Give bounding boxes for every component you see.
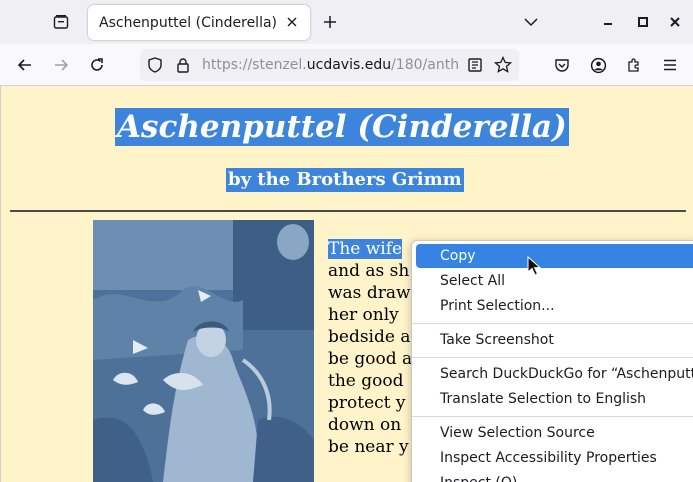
menu-item-view-selection-source[interactable]: View Selection Source: [416, 421, 693, 445]
account-icon: [590, 57, 606, 73]
tab-close-button[interactable]: [283, 13, 301, 31]
menu-item-translate-selection[interactable]: Translate Selection to English: [416, 387, 693, 411]
forward-button[interactable]: [48, 52, 74, 78]
page-subtitle: by the Brothers Grimm: [226, 168, 464, 192]
pocket-button[interactable]: [549, 52, 575, 78]
url-bar[interactable]: https://stenzel.ucdavis.edu/180/anth: [140, 49, 519, 81]
app-menu-button[interactable]: [657, 52, 683, 78]
firefox-view-icon: [53, 15, 69, 29]
extensions-button[interactable]: [621, 52, 647, 78]
reload-button[interactable]: [84, 52, 110, 78]
menu-item-inspect-accessibility[interactable]: Inspect Accessibility Properties: [416, 446, 693, 470]
lock-icon[interactable]: [174, 56, 192, 74]
bookmark-star-button[interactable]: [494, 56, 512, 74]
reader-view-icon: [468, 58, 482, 72]
star-icon: [494, 56, 512, 73]
reload-icon: [91, 58, 103, 71]
maximize-button[interactable]: [632, 11, 654, 33]
pocket-icon: [555, 59, 569, 72]
mouse-cursor-icon: [527, 256, 541, 276]
menu-separator: [412, 357, 693, 358]
arrow-left-icon: [17, 59, 31, 71]
menu-item-print-selection[interactable]: Print Selection...: [416, 294, 693, 318]
menu-separator: [412, 416, 693, 417]
url-path: /180/anth: [391, 57, 460, 73]
page-title: Aschenputtel (Cinderella): [115, 108, 569, 146]
horizontal-rule: [10, 210, 686, 212]
tab-title: Aschenputtel (Cinderella): [99, 14, 278, 31]
minimize-button[interactable]: [597, 11, 619, 33]
close-icon: [287, 17, 297, 27]
firefox-view-button[interactable]: [48, 9, 74, 35]
url-text[interactable]: https://stenzel.ucdavis.edu/180/anth: [202, 57, 460, 73]
puzzle-icon: [628, 58, 639, 72]
active-tab[interactable]: Aschenputtel (Cinderella): [88, 5, 310, 40]
list-all-tabs-button[interactable]: [520, 11, 542, 33]
url-prefix: https://stenzel.: [202, 57, 307, 73]
tab-bar: Aschenputtel (Cinderella): [0, 0, 693, 44]
hamburger-menu-icon: [664, 59, 676, 71]
menu-item-select-all[interactable]: Select All: [416, 269, 693, 293]
back-button[interactable]: [12, 52, 38, 78]
arrow-right-icon: [55, 59, 69, 71]
cinderella-illustration: [93, 220, 314, 482]
menu-item-inspect[interactable]: Inspect (Q): [416, 471, 693, 482]
reader-view-button[interactable]: [466, 56, 484, 74]
chevron-down-icon: [524, 18, 538, 27]
shield-icon[interactable]: [146, 56, 164, 74]
maximize-icon: [638, 17, 648, 27]
new-tab-button[interactable]: [318, 10, 342, 34]
menu-item-take-screenshot[interactable]: Take Screenshot: [416, 328, 693, 352]
context-menu: Copy Select All Print Selection... Take …: [411, 240, 693, 482]
minimize-icon: [604, 23, 612, 25]
close-icon: [670, 17, 680, 27]
menu-separator: [412, 323, 693, 324]
window-close-button[interactable]: [664, 11, 686, 33]
plus-icon: [324, 16, 336, 28]
menu-item-copy[interactable]: Copy: [416, 244, 693, 268]
url-domain: ucdavis.edu: [306, 57, 392, 73]
navigation-toolbar: https://stenzel.ucdavis.edu/180/anth: [0, 44, 693, 86]
account-button[interactable]: [585, 52, 611, 78]
menu-item-search-duckduckgo[interactable]: Search DuckDuckGo for “Aschenputte: [416, 362, 693, 386]
